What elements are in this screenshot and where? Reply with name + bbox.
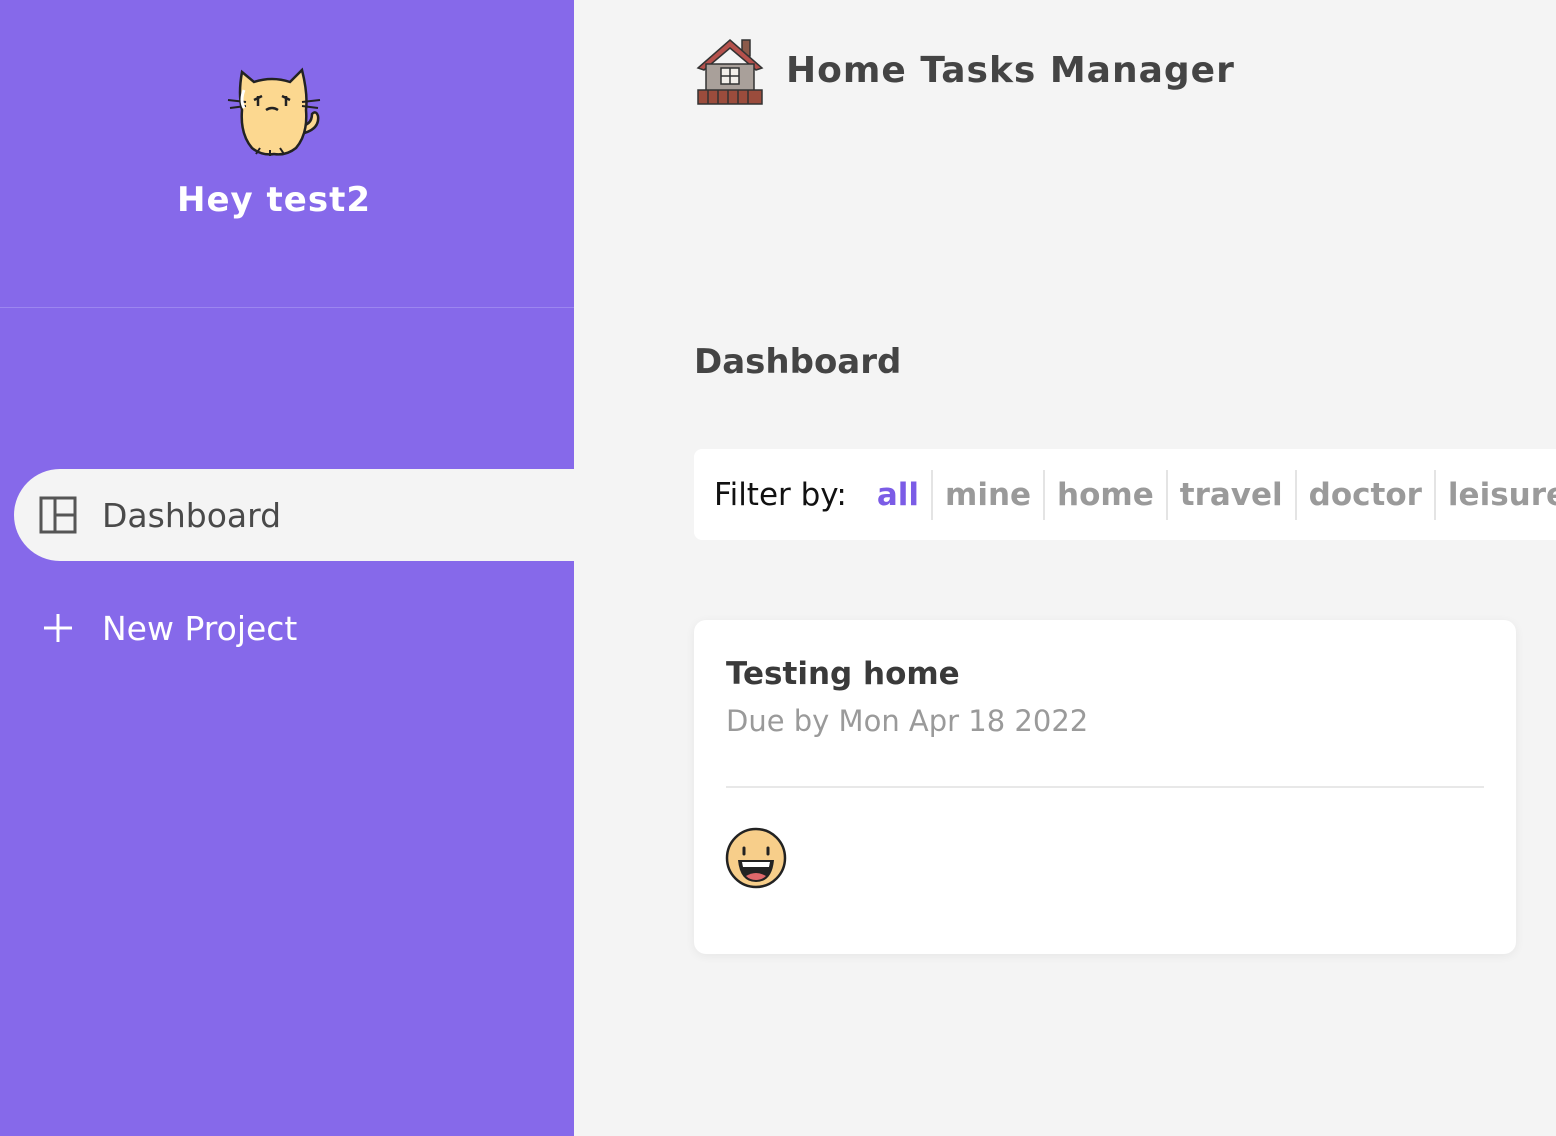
- filter-bar: Filter by: all mine home travel doctor l…: [694, 449, 1556, 540]
- task-due-date: Due by Mon Apr 18 2022: [726, 704, 1089, 738]
- sidebar-user-section: Hey test2: [0, 0, 574, 308]
- sidebar-item-label: Dashboard: [102, 495, 282, 535]
- sidebar: Hey test2 Dashboard New Project: [0, 0, 574, 1136]
- cat-avatar-icon: [227, 67, 321, 156]
- app-title: Home Tasks Manager: [786, 49, 1235, 91]
- plus-icon: [44, 614, 72, 642]
- filter-option-all[interactable]: all: [869, 470, 931, 520]
- sidebar-item-dashboard[interactable]: Dashboard: [14, 469, 574, 561]
- sidebar-item-new-project[interactable]: New Project: [14, 582, 574, 674]
- task-title: Testing home: [726, 656, 960, 692]
- task-card[interactable]: Testing home Due by Mon Apr 18 2022: [694, 620, 1516, 954]
- filter-label: Filter by:: [714, 476, 847, 513]
- filter-option-travel[interactable]: travel: [1165, 469, 1295, 520]
- page-title: Dashboard: [694, 342, 902, 382]
- task-divider: [726, 786, 1484, 788]
- dashboard-icon: [39, 496, 77, 534]
- filter-option-mine[interactable]: mine: [931, 469, 1043, 520]
- sidebar-item-label: New Project: [102, 608, 298, 648]
- filter-option-leisure[interactable]: leisure: [1433, 469, 1556, 520]
- app-header: Home Tasks Manager: [694, 34, 1235, 106]
- user-greeting: Hey test2: [177, 180, 371, 220]
- filter-option-home[interactable]: home: [1043, 469, 1166, 520]
- grinning-face-icon: [725, 827, 787, 889]
- filter-option-doctor[interactable]: doctor: [1294, 469, 1434, 520]
- house-icon: [696, 39, 764, 105]
